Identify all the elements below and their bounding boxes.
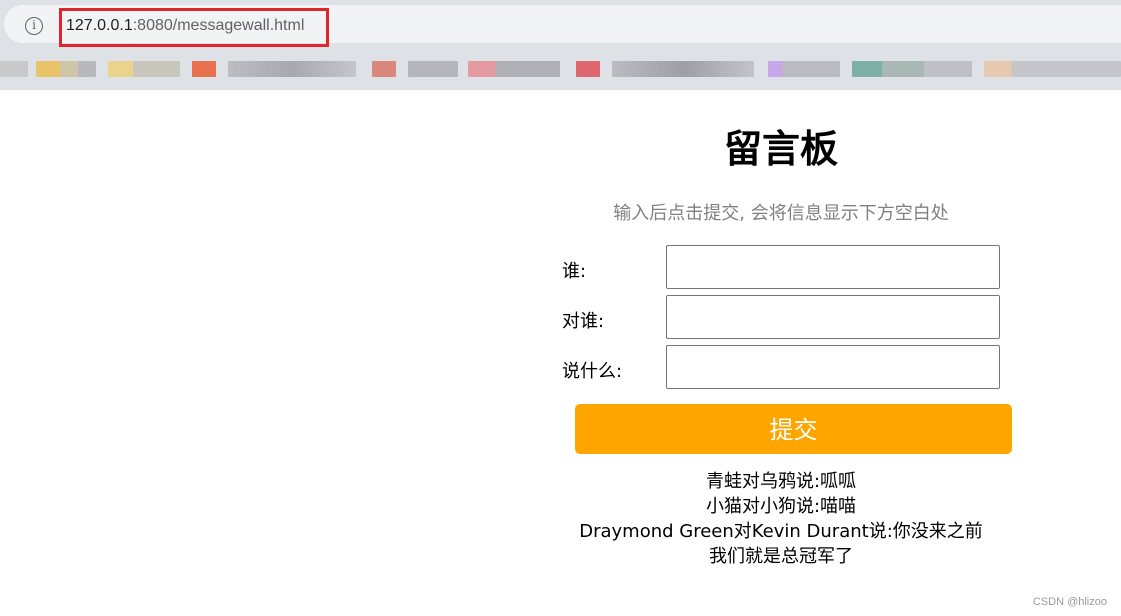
bookmark-item[interactable] [0,61,28,77]
bookmark-item[interactable] [984,61,1121,77]
message-input[interactable] [666,345,1000,389]
bookmark-item[interactable] [768,61,840,77]
bookmark-item[interactable] [468,61,560,77]
bookmark-item[interactable] [576,61,600,77]
bookmark-item[interactable] [36,61,96,77]
browser-toolbar: i 127.0.0.1:8080/messagewall.html [0,0,1121,90]
bookmark-item[interactable] [372,61,396,77]
message-item: 我们就是总冠军了 [709,546,853,567]
to-whom-label: 对谁: [562,311,605,332]
who-input[interactable] [666,245,1000,289]
bookmark-item[interactable] [108,61,180,77]
page-title: 留言板 [723,127,838,171]
message-item: Draymond Green对Kevin Durant说:你没来之前 [579,521,983,542]
url-path: :8080/messagewall.html [132,17,305,34]
watermark: CSDN @hlizoo [1032,596,1107,608]
message-item: 青蛙对乌鸦说:呱呱 [705,471,857,492]
url-host: 127.0.0.1 [66,17,133,34]
submit-button[interactable]: 提交 [575,404,1012,454]
bookmark-item[interactable] [228,61,356,77]
bookmark-item[interactable] [852,61,972,77]
bookmark-item[interactable] [408,61,458,77]
message-item: 小猫对小狗说:喵喵 [705,496,857,517]
message-label: 说什么: [562,361,623,382]
info-icon[interactable]: i [25,17,43,35]
bookmarks-bar [0,54,1121,84]
to-whom-input[interactable] [666,295,1000,339]
bookmark-item[interactable] [192,61,216,77]
who-label: 谁: [562,261,587,282]
bookmark-item[interactable] [612,61,754,77]
page-subtitle: 输入后点击提交, 会将信息显示下方空白处 [613,203,949,224]
address-bar[interactable]: i 127.0.0.1:8080/messagewall.html [4,5,1121,47]
url-text[interactable]: 127.0.0.1:8080/messagewall.html [66,17,304,35]
message-list: 青蛙对乌鸦说:呱呱 小猫对小狗说:喵喵 Draymond Green对Kevin… [560,469,1002,569]
